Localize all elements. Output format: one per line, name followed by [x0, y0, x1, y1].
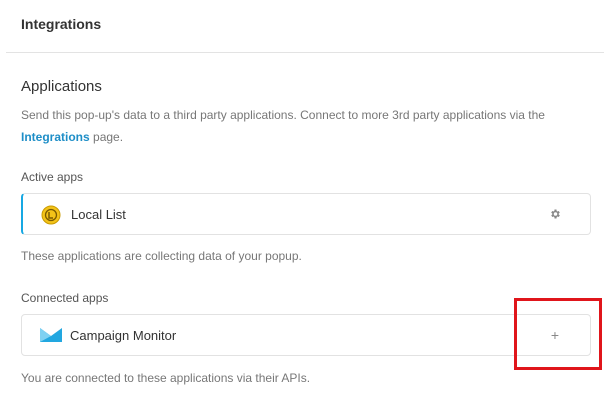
local-list-icon: [41, 205, 61, 225]
integrations-link[interactable]: Integrations: [21, 130, 90, 144]
description-suffix: page.: [93, 130, 124, 144]
highlight-box: [514, 298, 602, 370]
active-app-local-list[interactable]: Local List: [21, 193, 591, 235]
campaign-monitor-icon: [40, 327, 62, 347]
active-apps-label: Active apps: [21, 170, 84, 184]
applications-description: Send this pop-up's data to a third party…: [21, 104, 591, 148]
connected-app-campaign-monitor[interactable]: Campaign Monitor +: [21, 314, 591, 356]
app-name: Campaign Monitor: [70, 328, 177, 343]
gear-icon[interactable]: [546, 204, 564, 224]
integrations-header: Integrations: [6, 0, 604, 53]
description-text: Send this pop-up's data to a third party…: [21, 108, 545, 122]
connected-apps-label: Connected apps: [21, 291, 109, 305]
connected-apps-note: You are connected to these applications …: [21, 371, 311, 385]
active-apps-note: These applications are collecting data o…: [21, 249, 302, 263]
app-name: Local List: [71, 207, 126, 222]
page-title: Integrations: [21, 16, 102, 32]
applications-title: Applications: [21, 78, 102, 95]
